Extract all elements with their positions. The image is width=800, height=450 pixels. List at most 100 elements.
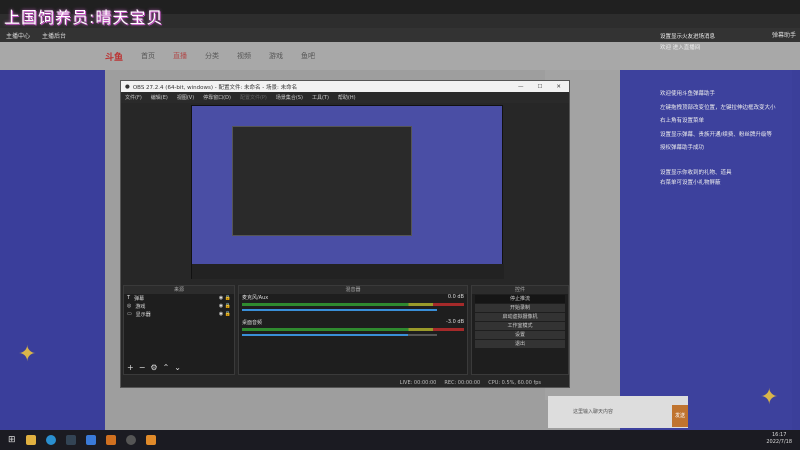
eye-lock-icon[interactable]: ◉ 🔒 (219, 295, 234, 301)
clock-date: 2022/7/18 (766, 439, 792, 445)
close-button[interactable]: ✕ (556, 84, 561, 90)
overlay-title: 上国饲养员:晴天宝贝 (4, 8, 164, 27)
source-name: 显示器 (135, 311, 151, 318)
app-icon[interactable] (105, 435, 116, 445)
game-icon: ◎ (127, 303, 132, 309)
bookmark[interactable]: 主播中心 (6, 31, 30, 40)
minimize-button[interactable]: — (518, 84, 524, 90)
app-icon[interactable] (145, 435, 156, 445)
nav-live[interactable]: 直播 (173, 51, 187, 61)
helper-message: 右上角有设置菜单 (660, 118, 705, 124)
volume-slider[interactable] (242, 309, 437, 311)
star-icon: ✦ (18, 342, 37, 367)
channel-db: -3.0 dB (446, 319, 464, 325)
app-icon[interactable] (85, 435, 96, 445)
preview-taskbar (192, 264, 504, 279)
obs-icon[interactable] (125, 435, 136, 445)
menu-tools[interactable]: 工具(T) (312, 94, 329, 101)
danmaku-helper: 设置显示火友进场消息 欢迎 进入直播间 欢迎使用斗鱼弹幕助手 左键拖拽顶部改变位… (660, 12, 795, 189)
site-logo[interactable]: 斗鱼 (105, 50, 123, 63)
helper-message: 右菜单可设置小礼物屏蔽 (660, 180, 721, 186)
menu-help[interactable]: 帮助(H) (338, 94, 356, 101)
nav-game[interactable]: 游戏 (269, 51, 283, 61)
dock-title: 控件 (472, 286, 568, 294)
star-icon: ✦ (760, 385, 779, 410)
level-meter (242, 328, 464, 331)
nav-video[interactable]: 视频 (237, 51, 251, 61)
mixer-channel: 麦克风/Aux 0.0 dB (239, 294, 467, 311)
send-button[interactable]: 发送 (672, 405, 688, 427)
menu-docks[interactable]: 停靠窗口(D) (203, 94, 231, 101)
remove-icon[interactable]: − (139, 363, 146, 372)
obs-docks: 来源 T 弹幕 ◉ 🔒 ◎ 游戏 ◉ 🔒 ▭ 显示器 ◉ 🔒 + − ⚙ ⌃ ⌄ 混音器 麦克风/A… (121, 285, 571, 375)
helper-message: 设置显示你收到的礼物、道具 (660, 169, 732, 176)
channel-name: 桌面音频 (242, 320, 263, 326)
menu-view[interactable]: 视图(V) (177, 94, 194, 101)
menu-scene-collection[interactable]: 场景集合(S) (276, 94, 303, 101)
dock-title: 来源 (124, 286, 234, 294)
eye-lock-icon[interactable]: ◉ 🔒 (219, 303, 234, 309)
chat-input[interactable]: 这里输入聊天内容 (548, 396, 688, 428)
gear-icon[interactable]: ⚙ (150, 363, 157, 372)
clock-time: 16:17 (771, 432, 787, 438)
helper-message: 设置显示弹幕、贵族开通/续费、粉丝牌升级等 (660, 131, 772, 138)
studio-mode-button[interactable]: 工作室模式 (475, 322, 565, 330)
mixer-dock: 混音器 麦克风/Aux 0.0 dB 桌面音频 -3.0 dB (238, 285, 468, 375)
helper-message: 左键拖拽顶部改变位置，左键拉伸边框改变大小 (660, 104, 776, 111)
volume-slider[interactable] (242, 334, 437, 336)
menu-edit[interactable]: 编辑(E) (151, 94, 168, 101)
file-explorer-icon[interactable] (25, 435, 36, 445)
eye-lock-icon[interactable]: ◉ 🔒 (219, 311, 234, 317)
sources-dock: 来源 T 弹幕 ◉ 🔒 ◎ 游戏 ◉ 🔒 ▭ 显示器 ◉ 🔒 + − ⚙ ⌃ ⌄ (123, 285, 235, 375)
nav-yuba[interactable]: 鱼吧 (301, 51, 315, 61)
nav-category[interactable]: 分类 (205, 51, 219, 61)
helper-message: 设置显示火友进场消息 (660, 34, 716, 40)
taskbar: ⊞ (0, 430, 800, 450)
source-item[interactable]: ▭ 显示器 ◉ 🔒 (124, 310, 234, 318)
source-item[interactable]: T 弹幕 ◉ 🔒 (124, 294, 234, 302)
level-meter (242, 303, 464, 306)
obs-title: OBS 27.2.4 (64-bit, windows) - 配置文件: 未命名… (132, 84, 298, 91)
exit-button[interactable]: 退出 (475, 340, 565, 348)
source-item[interactable]: ◎ 游戏 ◉ 🔒 (124, 302, 234, 310)
channel-name: 麦克风/Aux (242, 295, 269, 301)
taskbar-clock[interactable]: 16:17 2022/7/18 (766, 432, 792, 446)
helper-message: 授权弹幕助手成功 (660, 145, 705, 151)
helper-message: 欢迎 进入直播间 (660, 44, 701, 51)
source-name: 游戏 (135, 303, 146, 310)
app-icon[interactable] (65, 435, 76, 445)
mixer-channel: 桌面音频 -3.0 dB (239, 319, 467, 336)
monitor-icon: ▭ (127, 311, 132, 317)
source-name: 弹幕 (134, 295, 145, 302)
dock-title: 混音器 (239, 286, 467, 294)
stop-streaming-button[interactable]: 停止推流 (475, 295, 565, 303)
menu-file[interactable]: 文件(F) (125, 94, 142, 101)
obs-status-bar: LIVE: 00:00:00 REC: 00:00:00 CPU: 0.5%, … (121, 377, 571, 388)
live-time: LIVE: 00:00:00 (399, 379, 437, 386)
start-recording-button[interactable]: 开始录制 (475, 304, 565, 312)
sources-toolbar: + − ⚙ ⌃ ⌄ (127, 363, 181, 372)
nested-preview (232, 126, 412, 236)
settings-button[interactable]: 设置 (475, 331, 565, 339)
page-background: ✦ (0, 70, 105, 430)
controls-dock: 控件 停止推流 开始录制 启动虚拟摄像机 工作室模式 设置 退出 (471, 285, 569, 375)
up-icon[interactable]: ⌃ (163, 363, 170, 372)
nav-home[interactable]: 首页 (141, 51, 155, 61)
menu-profile[interactable]: 配置文件(P) (240, 94, 267, 101)
obs-preview[interactable] (191, 105, 504, 279)
bookmark[interactable]: 主播后台 (42, 31, 66, 40)
down-icon[interactable]: ⌄ (174, 363, 181, 372)
virtual-camera-button[interactable]: 启动虚拟摄像机 (475, 313, 565, 321)
obs-menu-bar: 文件(F) 编辑(E) 视图(V) 停靠窗口(D) 配置文件(P) 场景集合(S… (121, 92, 569, 103)
obs-window: ● OBS 27.2.4 (64-bit, windows) - 配置文件: 未… (120, 80, 570, 388)
rec-time: REC: 00:00:00 (444, 379, 481, 386)
obs-logo-icon: ● (125, 83, 130, 90)
obs-title-bar: ● OBS 27.2.4 (64-bit, windows) - 配置文件: 未… (121, 81, 569, 92)
add-icon[interactable]: + (127, 363, 134, 372)
helper-message: 欢迎使用斗鱼弹幕助手 (660, 91, 716, 97)
maximize-button[interactable]: ☐ (537, 84, 542, 90)
channel-db: 0.0 dB (447, 294, 464, 300)
text-icon: T (127, 295, 131, 301)
windows-start-icon[interactable]: ⊞ (8, 435, 16, 445)
edge-icon[interactable] (45, 435, 56, 445)
